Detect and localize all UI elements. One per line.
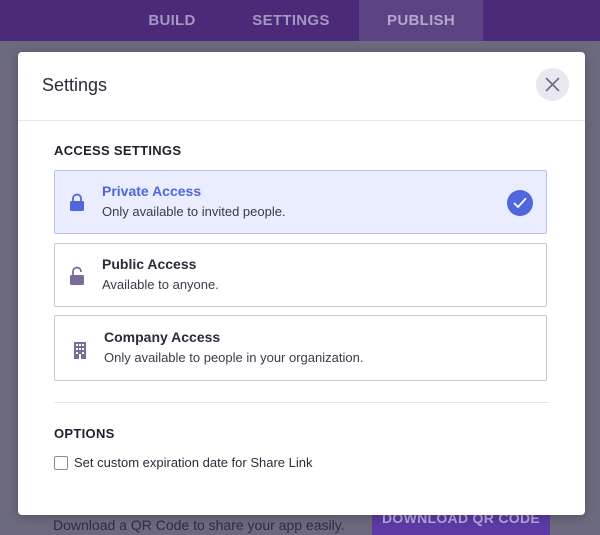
- company-access-label: Company Access: [104, 329, 221, 345]
- section-divider: [54, 402, 549, 403]
- unlock-icon: [70, 266, 84, 285]
- public-access-label: Public Access: [102, 256, 197, 272]
- options-heading: OPTIONS: [54, 426, 115, 441]
- public-access-option[interactable]: Public Access Available to anyone.: [54, 243, 547, 307]
- company-access-description: Only available to people in your organiz…: [104, 350, 364, 365]
- tab-settings[interactable]: SETTINGS: [232, 0, 350, 41]
- company-access-option[interactable]: Company Access Only available to people …: [54, 315, 547, 381]
- modal-title: Settings: [42, 75, 108, 95]
- public-access-description: Available to anyone.: [102, 277, 219, 292]
- selected-check-icon: [507, 190, 533, 216]
- access-settings-heading: ACCESS SETTINGS: [54, 143, 182, 158]
- close-icon: [545, 77, 560, 92]
- close-button[interactable]: [536, 68, 569, 101]
- expiration-checkbox[interactable]: [54, 456, 68, 470]
- building-icon: [74, 342, 86, 359]
- top-nav-bar: BUILD SETTINGS PUBLISH: [0, 0, 600, 41]
- tab-publish[interactable]: PUBLISH: [359, 0, 483, 41]
- modal-header: Settings: [18, 52, 585, 121]
- private-access-label: Private Access: [102, 183, 202, 199]
- private-access-description: Only available to invited people.: [102, 204, 286, 219]
- settings-modal: Settings ACCESS SETTINGS Private Access …: [18, 52, 585, 515]
- private-access-option[interactable]: Private Access Only available to invited…: [54, 170, 547, 234]
- lock-icon: [70, 193, 84, 211]
- tab-build[interactable]: BUILD: [130, 0, 214, 41]
- qr-code-description: Download a QR Code to share your app eas…: [53, 517, 345, 533]
- expiration-checkbox-label[interactable]: Set custom expiration date for Share Lin…: [74, 455, 312, 470]
